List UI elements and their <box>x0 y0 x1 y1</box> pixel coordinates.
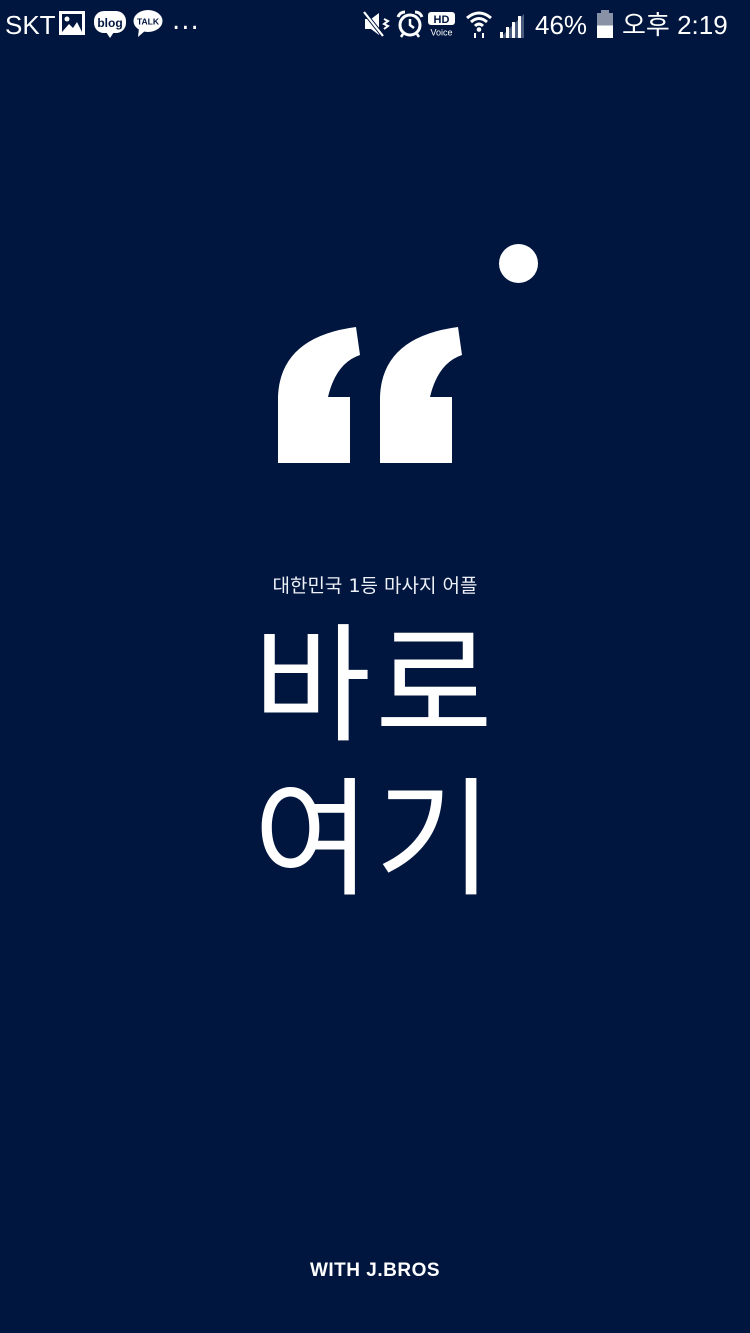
blog-icon-text: blog <box>97 16 122 30</box>
battery-percentage: 46% <box>535 10 588 40</box>
splash-screen: SKT blog TALK ... HD Voice 46% 오후 2:19 대… <box>0 0 750 1333</box>
app-title-line-2: 여기 <box>253 766 497 915</box>
app-title-line-1: 바로 <box>253 612 497 761</box>
blog-icon: blog <box>94 11 126 38</box>
decorative-dot <box>499 244 538 283</box>
hd-voice-icon: HD Voice <box>428 12 455 38</box>
status-bar: SKT blog TALK ... HD Voice 46% 오후 2:19 <box>0 0 750 50</box>
quote-mark-icon <box>278 327 462 463</box>
status-clock: 오후 2:19 <box>622 10 728 40</box>
hd-voice-bottom-text: Voice <box>430 28 452 38</box>
carrier-label: SKT <box>5 10 56 40</box>
talk-icon-text: TALK <box>137 17 160 27</box>
alarm-icon <box>396 10 424 38</box>
signal-icon <box>500 14 524 38</box>
kakaotalk-icon: TALK <box>133 10 163 37</box>
battery-icon <box>597 10 613 38</box>
more-notifications-indicator: ... <box>172 6 200 36</box>
mute-icon <box>363 11 390 37</box>
footer-credit: WITH J.BROS <box>309 1260 441 1281</box>
gallery-icon <box>59 11 85 35</box>
hd-voice-top-text: HD <box>434 14 450 26</box>
app-tagline: 대한민국 1등 마사지 어플 <box>272 575 478 597</box>
wifi-icon <box>466 11 492 38</box>
